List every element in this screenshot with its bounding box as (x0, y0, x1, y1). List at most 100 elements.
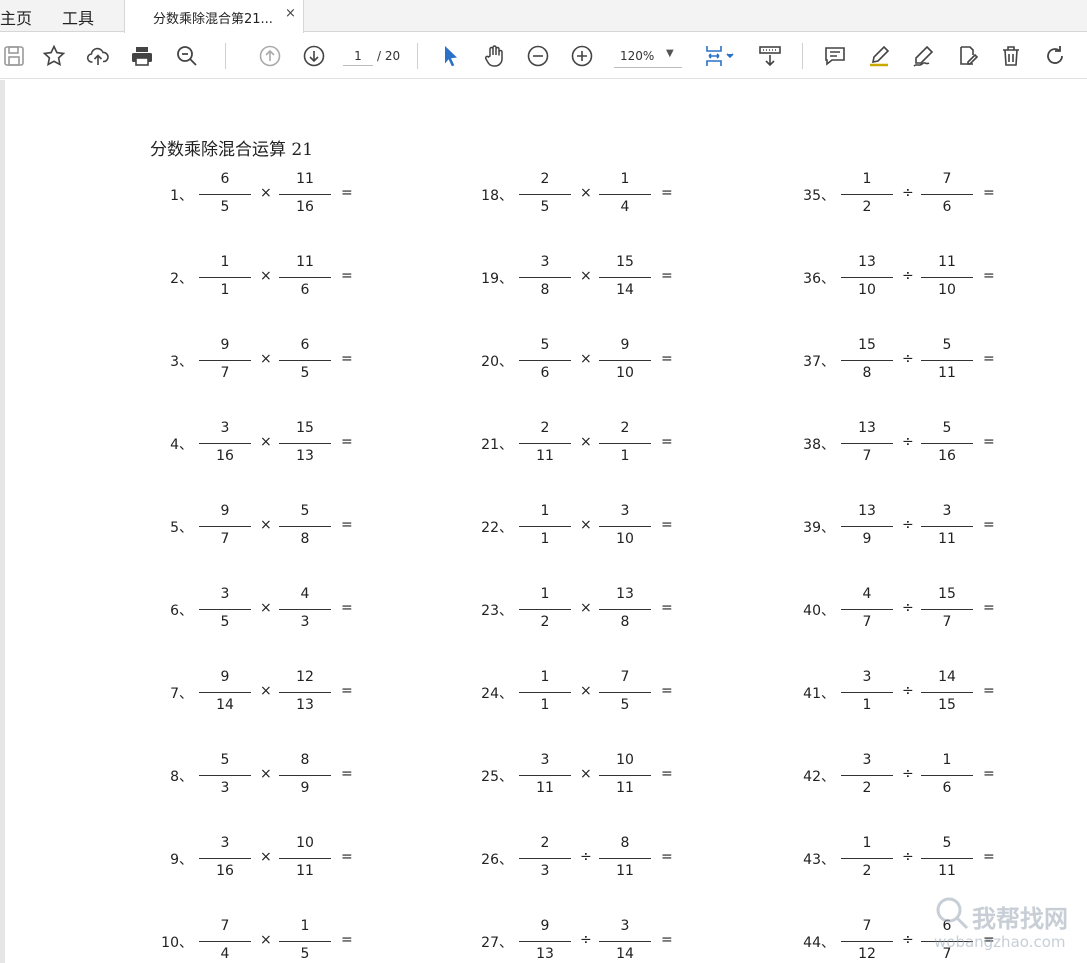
numerator: 9 (620, 337, 630, 353)
fraction-bar (199, 526, 251, 527)
fraction-left: 12 (841, 169, 893, 215)
select-cursor-icon[interactable] (436, 42, 464, 70)
page-total-label: / 20 (377, 49, 401, 63)
tab-close-icon[interactable]: × (285, 6, 296, 21)
search-zoom-icon[interactable] (173, 42, 201, 70)
zoom-out-icon[interactable] (524, 42, 552, 70)
fraction-left: 11 (199, 252, 251, 298)
numerator: 5 (942, 420, 952, 436)
tab-home[interactable]: 主页 (0, 5, 32, 29)
numerator: 7 (220, 918, 230, 934)
fraction-bar (279, 858, 331, 859)
fraction-bar (921, 277, 973, 278)
fraction-bar (841, 360, 893, 361)
numerator: 6 (220, 171, 230, 187)
numerator: 1 (300, 918, 310, 934)
fraction-right: 10 11 (279, 833, 331, 879)
page-down-icon[interactable] (300, 42, 328, 70)
tab-tools[interactable]: 工具 (62, 5, 94, 29)
edit-icon[interactable] (953, 42, 981, 70)
denominator: 11 (536, 780, 554, 796)
fraction-left: 38 (519, 252, 571, 298)
upload-icon[interactable] (84, 42, 112, 70)
operator: ÷ (902, 766, 914, 782)
equals-sign: = (341, 849, 353, 865)
operator: ÷ (580, 932, 592, 948)
operator: × (580, 434, 592, 450)
equals-sign: = (341, 268, 353, 284)
problem-number: 39、 (803, 520, 835, 536)
numerator: 13 (616, 586, 634, 602)
numerator: 2 (540, 171, 550, 187)
fraction-left: 97 (199, 335, 251, 381)
problem-number: 23、 (481, 603, 513, 619)
operator: × (580, 600, 592, 616)
operator: ÷ (902, 351, 914, 367)
fraction-left: 3 11 (519, 750, 571, 796)
fraction-bar (841, 526, 893, 527)
operator: × (580, 268, 592, 284)
page-number-input[interactable] (343, 46, 373, 66)
problem-item: 5、 9 7 × 5 8 = (155, 495, 415, 547)
denominator: 5 (300, 365, 310, 381)
problem-number: 19、 (481, 271, 513, 287)
rotate-icon[interactable] (1041, 42, 1069, 70)
denominator: 9 (300, 780, 310, 796)
hand-icon[interactable] (480, 42, 508, 70)
fraction-bar (921, 526, 973, 527)
operator: × (580, 683, 592, 699)
equals-sign: = (661, 268, 673, 284)
equals-sign: = (983, 766, 995, 782)
equals-sign: = (341, 600, 353, 616)
denominator: 1 (220, 282, 230, 298)
zoom-in-icon[interactable] (568, 42, 596, 70)
denominator: 16 (296, 199, 314, 215)
fraction-left: 53 (199, 750, 251, 796)
denominator: 7 (862, 614, 872, 630)
fraction-bar (279, 277, 331, 278)
highlight-icon[interactable] (865, 42, 893, 70)
fraction-bar (279, 194, 331, 195)
page-up-icon[interactable] (256, 42, 284, 70)
denominator: 6 (942, 780, 952, 796)
fraction-right: 12 13 (279, 667, 331, 713)
problem-number: 37、 (803, 354, 835, 370)
comment-icon[interactable] (821, 42, 849, 70)
fraction-left: 65 (199, 169, 251, 215)
problem-number: 1、 (170, 188, 193, 204)
denominator: 2 (862, 863, 872, 879)
fraction-bar (279, 692, 331, 693)
numerator: 5 (220, 752, 230, 768)
fraction-bar (199, 692, 251, 693)
denominator: 13 (296, 697, 314, 713)
numerator: 13 (858, 503, 876, 519)
equals-sign: = (983, 185, 995, 201)
tab-document-label: 分数乘除混合第21... (153, 12, 273, 27)
fit-page-icon[interactable] (700, 42, 738, 70)
numerator: 12 (296, 669, 314, 685)
operator: × (580, 766, 592, 782)
fraction-left: 3 16 (199, 833, 251, 879)
denominator: 8 (620, 614, 630, 630)
problem-item: 40、 4 7 ÷ 15 7 = (797, 578, 1057, 630)
problem-item: 3、 9 7 × 6 5 = (155, 329, 415, 381)
operator: × (260, 849, 272, 865)
save-icon[interactable] (0, 42, 28, 70)
fraction-right: 3 10 (599, 501, 651, 547)
fraction-bar (199, 858, 251, 859)
print-icon[interactable] (128, 42, 156, 70)
star-icon[interactable] (40, 42, 68, 70)
denominator: 11 (938, 863, 956, 879)
problem-item: 43、 1 2 ÷ 5 11 = (797, 827, 1057, 879)
delete-icon[interactable] (997, 42, 1025, 70)
fraction-right: 5 11 (921, 833, 973, 879)
zoom-select[interactable]: 120% ▼ (614, 46, 682, 68)
equals-sign: = (983, 268, 995, 284)
fraction-bar (921, 609, 973, 610)
sign-icon[interactable] (909, 42, 937, 70)
tab-document[interactable]: 分数乘除混合第21... × (124, 0, 304, 33)
equals-sign: = (983, 351, 995, 367)
numerator: 14 (938, 669, 956, 685)
scroll-mode-icon[interactable] (756, 42, 784, 70)
denominator: 8 (540, 282, 550, 298)
